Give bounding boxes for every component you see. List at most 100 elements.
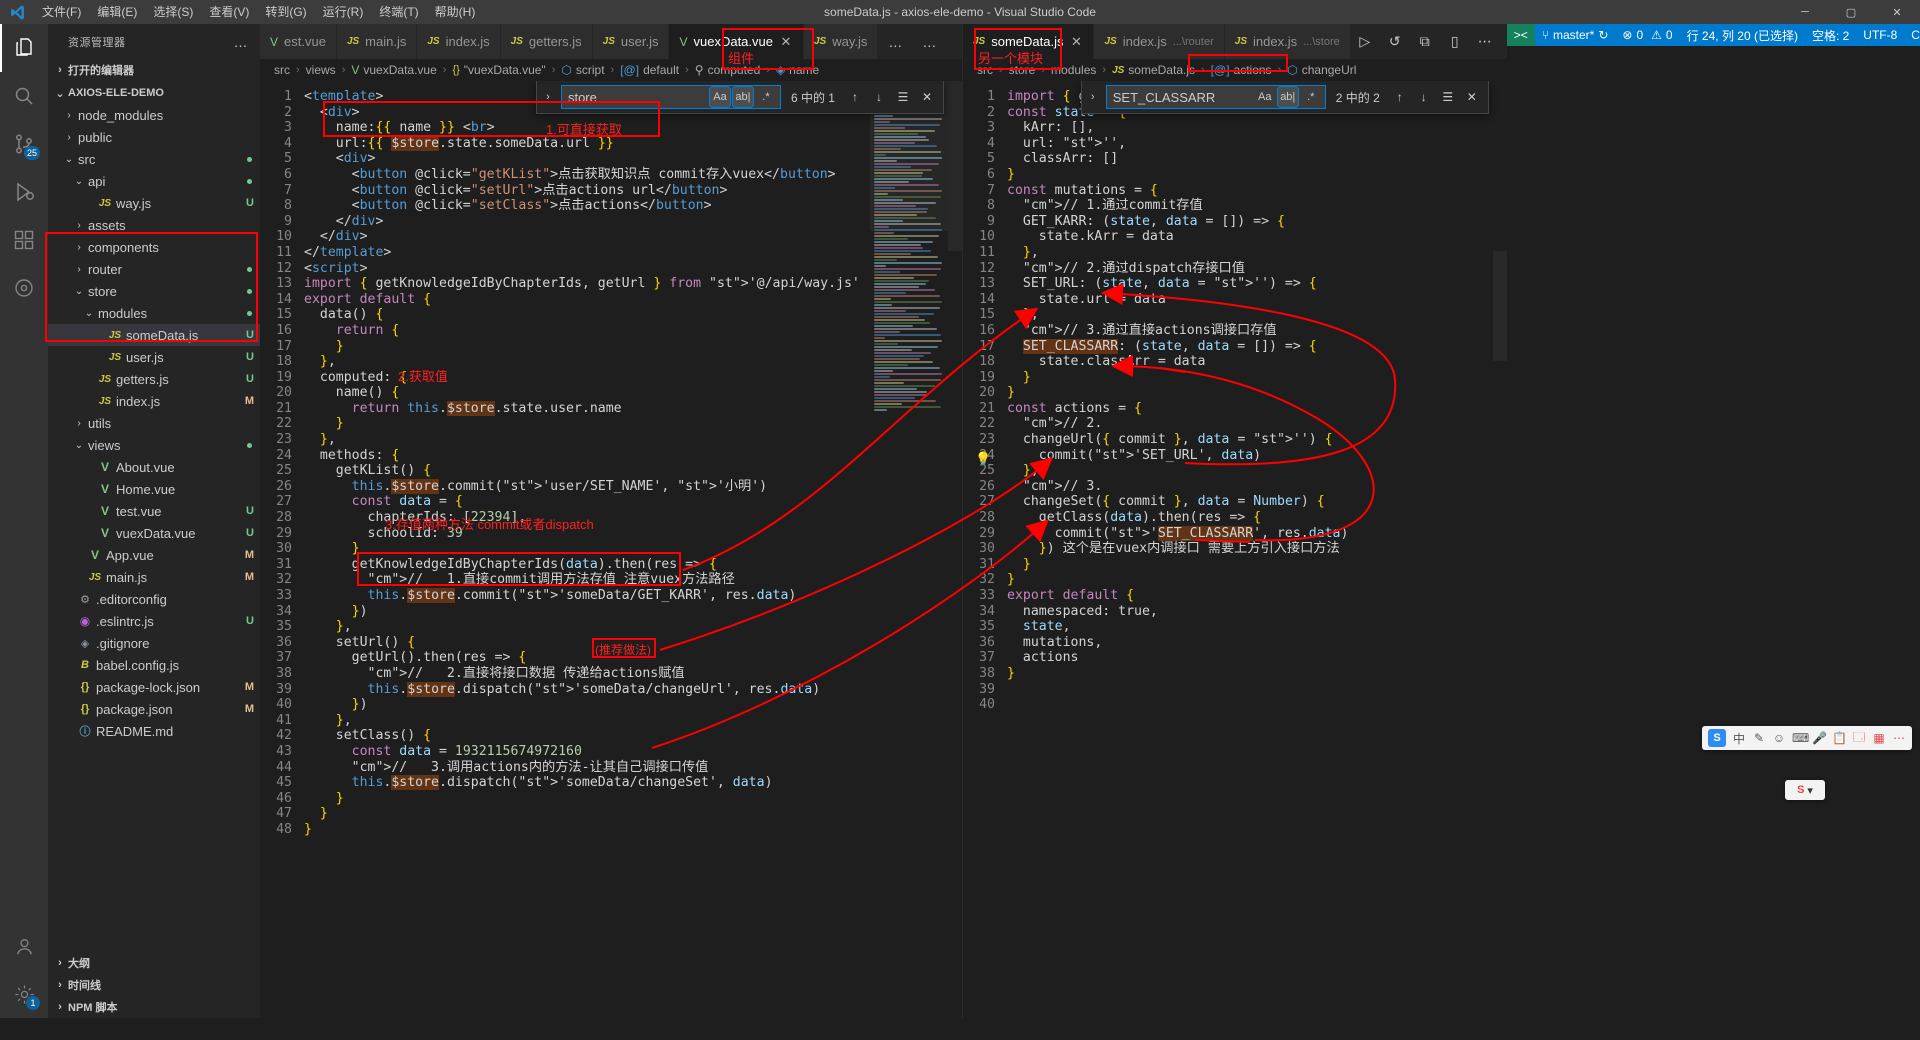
ime-emoji-icon[interactable]: ☺ [1772,731,1786,745]
find-in-selection-icon[interactable]: ☰ [893,87,913,107]
code-line[interactable]: }, [304,619,962,635]
code-line[interactable]: GET_KARR: (state, data = []) => { [1007,214,1507,230]
vertical-scrollbar-right[interactable] [1492,81,1507,1018]
tab-index-js-1[interactable]: JS index.js ...\router [1094,24,1225,59]
tab-est-vue[interactable]: Vest.vue [260,24,337,59]
code-line[interactable]: export default { [1007,588,1507,604]
code-content-right[interactable]: import { getClass } from "st">'@/api/way… [1007,81,1507,1018]
code-line[interactable]: <button @click="setUrl">点击actions url</b… [304,183,962,199]
menu-view[interactable]: 查看(V) [201,0,257,24]
tree-item--gitignore[interactable]: ◈ .gitignore [48,632,260,654]
tree-item-readme-md[interactable]: ⓘ README.md [48,720,260,742]
tree-item-app-vue[interactable]: V App.vue M [48,544,260,566]
code-line[interactable]: "cm">// 2. [1007,416,1507,432]
code-line[interactable]: </div> [304,229,962,245]
find-input-value[interactable]: SET_CLASSARR [1113,90,1252,105]
tab-index-js[interactable]: JS index.js [417,24,501,59]
tab-bar-right[interactable]: JS someData.js ✕ JS index.js ...\router JS inde… [963,24,1507,59]
status-encoding[interactable]: UTF-8 [1856,24,1904,46]
code-line[interactable]: kArr: [], [1007,120,1507,136]
code-line[interactable]: <script> [304,261,962,277]
code-line[interactable]: SET_CLASSARR: (state, data = []) => { [1007,338,1507,355]
breadcrumb-item-script[interactable]: ⬡ script [559,63,606,77]
menu-go[interactable]: 转到(G) [257,0,314,24]
code-line[interactable]: getKList() { [304,463,962,479]
tabs-overflow-right-icon[interactable]: … [912,24,946,59]
tree-item-modules[interactable]: ⌄ modules [48,302,260,324]
code-line[interactable]: <button @click="getKList">点击获取知识点 commit… [304,167,962,183]
code-line[interactable]: mutations, [1007,635,1507,651]
ime-pen-icon[interactable]: ✎ [1752,731,1766,745]
code-line[interactable]: } [1007,572,1507,588]
tree-item--editorconfig[interactable]: ⚙ .editorconfig [48,588,260,610]
code-line[interactable]: } [304,791,962,807]
tree-item-babel-config-js[interactable]: Bbabel.config.js [48,654,260,676]
find-widget-right[interactable]: › SET_CLASSARR Aa ab| .* 2 中的 2 ↑ ↓ ☰ ✕ [1080,81,1489,114]
code-line[interactable]: "cm">// 3. [1007,479,1507,495]
menu-bar[interactable]: 文件(F) 编辑(E) 选择(S) 查看(V) 转到(G) 运行(R) 终端(T… [34,0,483,24]
breadcrumb-item-changeurl[interactable]: ⬡ changeUrl [1285,63,1358,77]
code-line[interactable]: } [1007,167,1507,183]
status-remote[interactable]: >< [1506,24,1535,46]
status-bar-right[interactable]: 行 24, 列 20 (已选择) 空格: 2 UTF-8 CRLF JavaSc… [1680,24,1920,46]
code-line[interactable]: SET_URL: (state, data = "st">'') => { [1007,276,1507,292]
menu-terminal[interactable]: 终端(T) [371,0,426,24]
activity-settings[interactable]: 1 [0,970,48,1018]
code-line[interactable]: export default { [304,292,962,308]
code-line[interactable]: } [1007,557,1507,573]
history-icon[interactable]: ↺ [1381,24,1409,59]
breadcrumb-right[interactable]: src › store › modules › JS someData.js › [@] actio… [963,59,1507,81]
tabs-overflow-icon[interactable]: … [878,24,912,59]
sync-icon[interactable]: ↻ [1598,28,1608,42]
file-tree[interactable]: › node_modules › public ⌄ src ⌄ api JS way.js U › as… [48,104,260,742]
code-line[interactable]: "cm">// 1.直接commit调用方法存值 注意vuex方法路径 [304,572,962,588]
tree-item-home-vue[interactable]: V Home.vue [48,478,260,500]
code-line[interactable]: }) [304,604,962,620]
ime-mic-icon[interactable]: 🎤 [1812,731,1827,745]
tree-item-package-lock-json[interactable]: {} package-lock.json M [48,676,260,698]
explorer-sidebar[interactable]: 资源管理器 … › 打开的编辑器 ⌄ AXIOS-ELE-DEMO › node_… [48,24,260,1018]
status-branch[interactable]: ⑂ master* ↻ [1535,24,1616,46]
tree-item-vuexdata-vue[interactable]: VvuexData.vue U [48,522,260,544]
tree-item-way-js[interactable]: JS way.js U [48,192,260,214]
tree-item--eslintrc-js[interactable]: ◉ .eslintrc.js U [48,610,260,632]
maximize-button[interactable]: ▢ [1828,0,1874,24]
chevron-down-icon[interactable]: ▾ [1807,784,1813,797]
code-editor-left[interactable]: 1 2 3 4 5 6 7 8 9 10 11 12 13 14 15 16 17 18 19 20 21 22 23 24 2… [260,81,962,1018]
activity-source-control[interactable]: 25 [0,120,48,168]
tree-item-public[interactable]: › public [48,126,260,148]
code-line[interactable]: setClass() { [304,728,962,744]
activity-extensions[interactable] [0,216,48,264]
code-line[interactable]: }, [304,713,962,729]
find-input-value[interactable]: store [568,90,707,105]
tab-index-js-2[interactable]: JS index.js ...\store [1224,24,1351,59]
status-indentation[interactable]: 空格: 2 [1805,24,1856,46]
code-line[interactable]: namespaced: true, [1007,604,1507,620]
code-line[interactable]: const data = 1932115674972160 [304,744,962,760]
code-line[interactable]: commit("st">'SET_CLASSARR', res.data) [1007,525,1507,542]
activity-bar-bottom[interactable]: 1 [0,922,48,1018]
editor-actions-right[interactable]: ▷ ↺ ⧉ ▯ ⋯ [1351,24,1507,59]
activity-explorer[interactable] [0,24,48,72]
tab-close-icon[interactable]: ✕ [779,34,793,50]
code-line[interactable]: "cm">// 2.直接将接口数据 传递给actions赋值 [304,666,962,682]
code-line[interactable]: }, [1007,463,1507,479]
status-problems[interactable]: ⊗ 0 ⚠ 0 [1615,24,1679,46]
code-line[interactable]: this.$store.commit("st">'someData/GET_KA… [304,588,962,604]
code-line[interactable]: const mutations = { [1007,183,1507,199]
tree-item-package-json[interactable]: {} package.json M [48,698,260,720]
code-line[interactable]: import { getKnowledgeIdByChapterIds, get… [304,276,962,292]
code-line[interactable]: }) [304,697,962,713]
breadcrumb-item-name[interactable]: ◈ name [774,63,821,77]
breadcrumb-left[interactable]: src › views › VvuexData.vue ›{} "vuexData.vue"… [260,59,962,81]
code-line[interactable]: changeUrl({ commit }, data = "st">'') { [1007,432,1507,448]
code-line[interactable]: state.kArr = data [1007,229,1507,245]
tree-item-store[interactable]: ⌄ store [48,280,260,302]
tree-item-getters-js[interactable]: JS getters.js U [48,368,260,390]
tree-item-router[interactable]: › router [48,258,260,280]
tree-item-user-js[interactable]: JS user.js U [48,346,260,368]
find-previous-icon[interactable]: ↑ [1390,87,1410,107]
code-line[interactable]: }, [1007,307,1507,323]
code-line[interactable]: } [304,541,962,557]
tab-getters-js[interactable]: JS getters.js [500,24,593,59]
